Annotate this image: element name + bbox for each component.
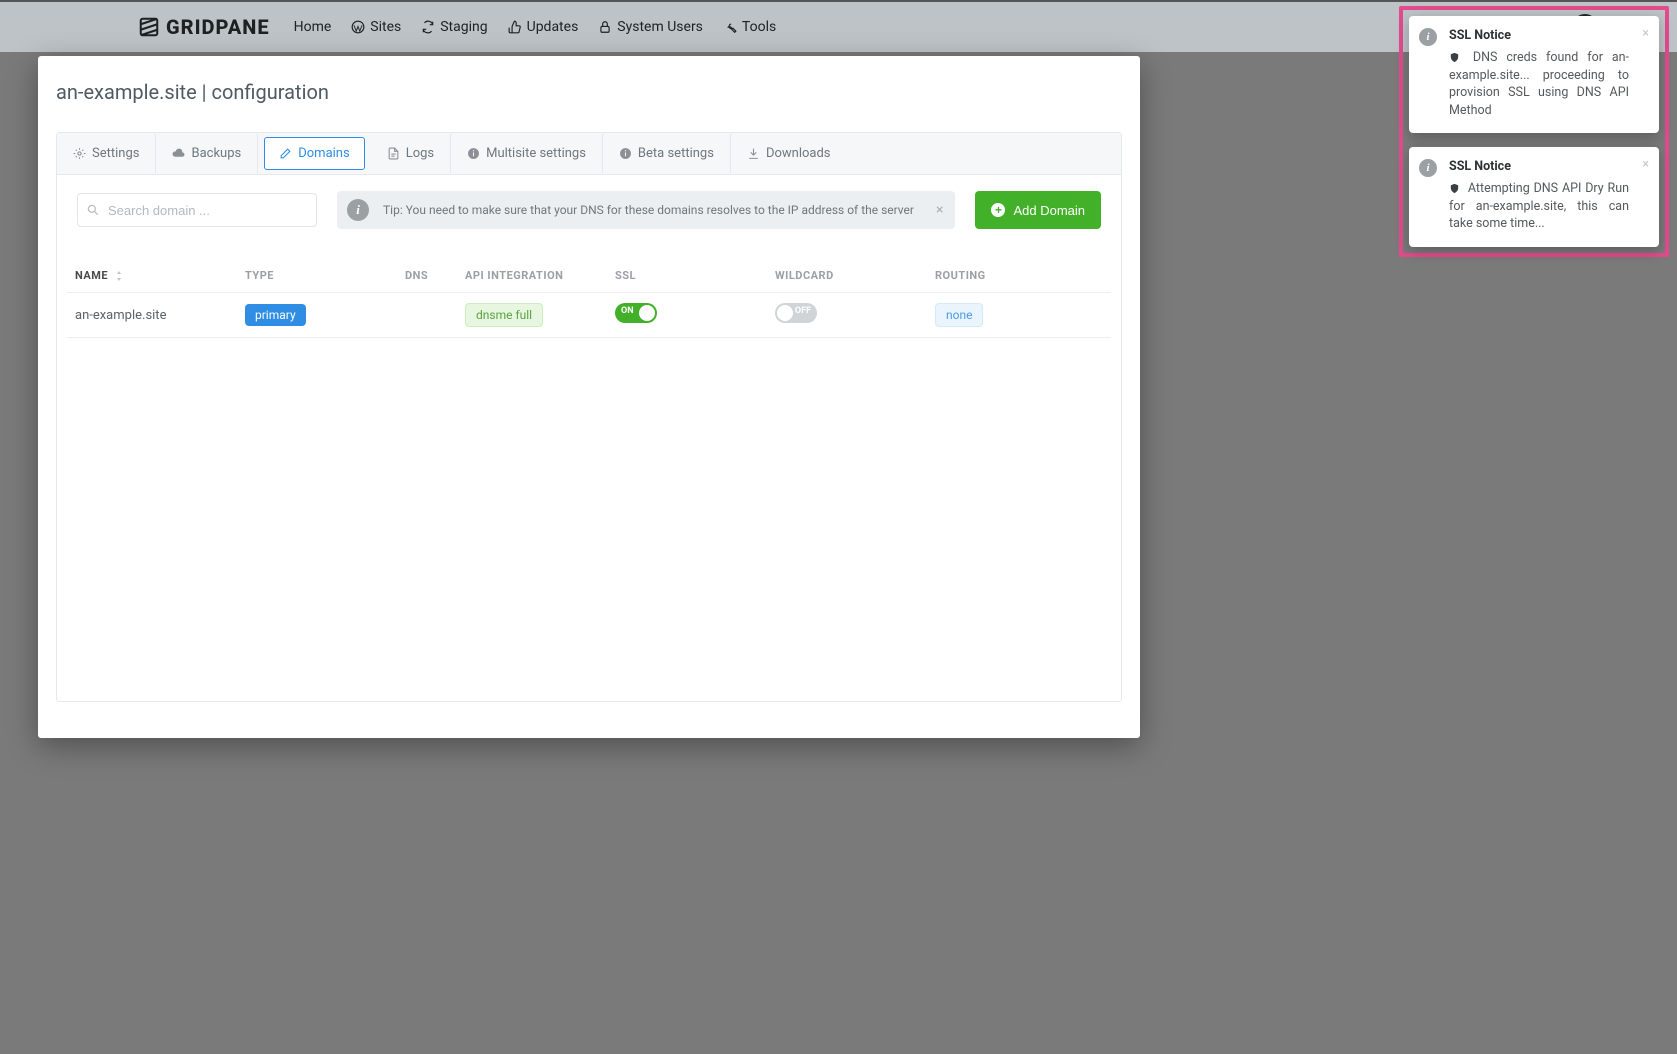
add-domain-button[interactable]: + Add Domain — [975, 191, 1101, 229]
col-ssl: SSL — [615, 269, 775, 282]
cell-domain-name: an-example.site — [75, 308, 245, 323]
brand-logo[interactable]: GRIDPANE — [138, 15, 270, 39]
shield-icon — [1449, 52, 1460, 63]
config-panel: Settings Backups Domains Logs Multisite … — [56, 132, 1122, 702]
routing-badge[interactable]: none — [935, 303, 983, 327]
table-row: an-example.site primary dnsme full ON — [67, 293, 1111, 338]
site-config-modal: an-example.site | configuration Settings… — [38, 56, 1140, 738]
search-icon — [86, 203, 100, 217]
gear-icon — [73, 147, 86, 160]
col-wildcard: WILDCARD — [775, 269, 935, 282]
col-dns: DNS — [405, 269, 465, 282]
lock-icon — [598, 20, 612, 34]
tab-beta[interactable]: Beta settings — [603, 134, 731, 173]
toast-ssl-notice: i × SSL Notice Attempting DNS API Dry Ru… — [1409, 147, 1659, 247]
info-icon: i — [1419, 159, 1437, 177]
tab-backups[interactable]: Backups — [156, 134, 258, 173]
nav-tools[interactable]: Tools — [723, 19, 776, 35]
api-integration-badge[interactable]: dnsme full — [465, 303, 543, 327]
nav-staging[interactable]: Staging — [421, 19, 487, 35]
table-header: NAME TYPE DNS API INTEGRATION SSL WILDCA… — [67, 259, 1111, 293]
wildcard-toggle[interactable]: OFF — [775, 303, 817, 323]
nav-home[interactable]: Home — [294, 19, 332, 35]
col-type: TYPE — [245, 269, 405, 282]
info-icon: i — [347, 199, 369, 221]
modal-title: an-example.site | configuration — [38, 56, 1140, 132]
sort-icon — [114, 270, 124, 282]
tab-downloads[interactable]: Downloads — [731, 134, 847, 173]
tab-multisite[interactable]: Multisite settings — [451, 134, 603, 173]
ssl-toggle[interactable]: ON — [615, 303, 657, 323]
col-name[interactable]: NAME — [75, 269, 245, 282]
col-routing: ROUTING — [935, 269, 1055, 282]
plus-icon: + — [991, 203, 1005, 217]
nav-sites[interactable]: Sites — [351, 19, 401, 35]
nav-updates[interactable]: Updates — [508, 19, 579, 35]
col-api: API INTEGRATION — [465, 269, 615, 282]
toast-close-button[interactable]: × — [1642, 157, 1649, 172]
dns-tip-banner: i Tip: You need to make sure that your D… — [337, 191, 955, 229]
info-icon — [619, 147, 632, 160]
domains-toolbar: i Tip: You need to make sure that your D… — [57, 175, 1121, 229]
search-domain-input[interactable] — [77, 193, 317, 227]
info-icon — [467, 147, 480, 160]
toast-title: SSL Notice — [1449, 28, 1629, 43]
file-icon — [387, 147, 400, 160]
edit-icon — [279, 147, 292, 160]
main-nav: Home Sites Staging Updates System Users … — [294, 19, 777, 35]
type-badge: primary — [245, 304, 306, 326]
toast-body: Attempting DNS API Dry Run for an-exampl… — [1449, 180, 1629, 233]
toast-title: SSL Notice — [1449, 159, 1629, 174]
config-tabs: Settings Backups Domains Logs Multisite … — [57, 133, 1121, 175]
dns-tip-text: Tip: You need to make sure that your DNS… — [383, 203, 914, 217]
cloud-icon — [172, 147, 185, 160]
logo-icon — [138, 16, 160, 38]
tab-settings[interactable]: Settings — [57, 134, 156, 173]
wrench-icon — [723, 20, 737, 34]
domains-table: NAME TYPE DNS API INTEGRATION SSL WILDCA… — [67, 259, 1111, 338]
wordpress-icon — [351, 20, 365, 34]
nav-system-users[interactable]: System Users — [598, 19, 703, 35]
toast-body: DNS creds found for an-example.site... p… — [1449, 49, 1629, 119]
download-icon — [747, 147, 760, 160]
tip-close-button[interactable]: × — [936, 202, 943, 218]
tab-domains[interactable]: Domains — [264, 137, 364, 170]
toast-ssl-notice: i × SSL Notice DNS creds found for an-ex… — [1409, 16, 1659, 133]
shield-icon — [1449, 183, 1460, 194]
thumbs-up-icon — [508, 20, 522, 34]
brand-text: GRIDPANE — [166, 15, 270, 39]
toast-highlight-zone: i × SSL Notice DNS creds found for an-ex… — [1399, 6, 1669, 257]
tab-logs[interactable]: Logs — [371, 134, 451, 173]
toast-close-button[interactable]: × — [1642, 26, 1649, 41]
sync-icon — [421, 20, 435, 34]
info-icon: i — [1419, 28, 1437, 46]
